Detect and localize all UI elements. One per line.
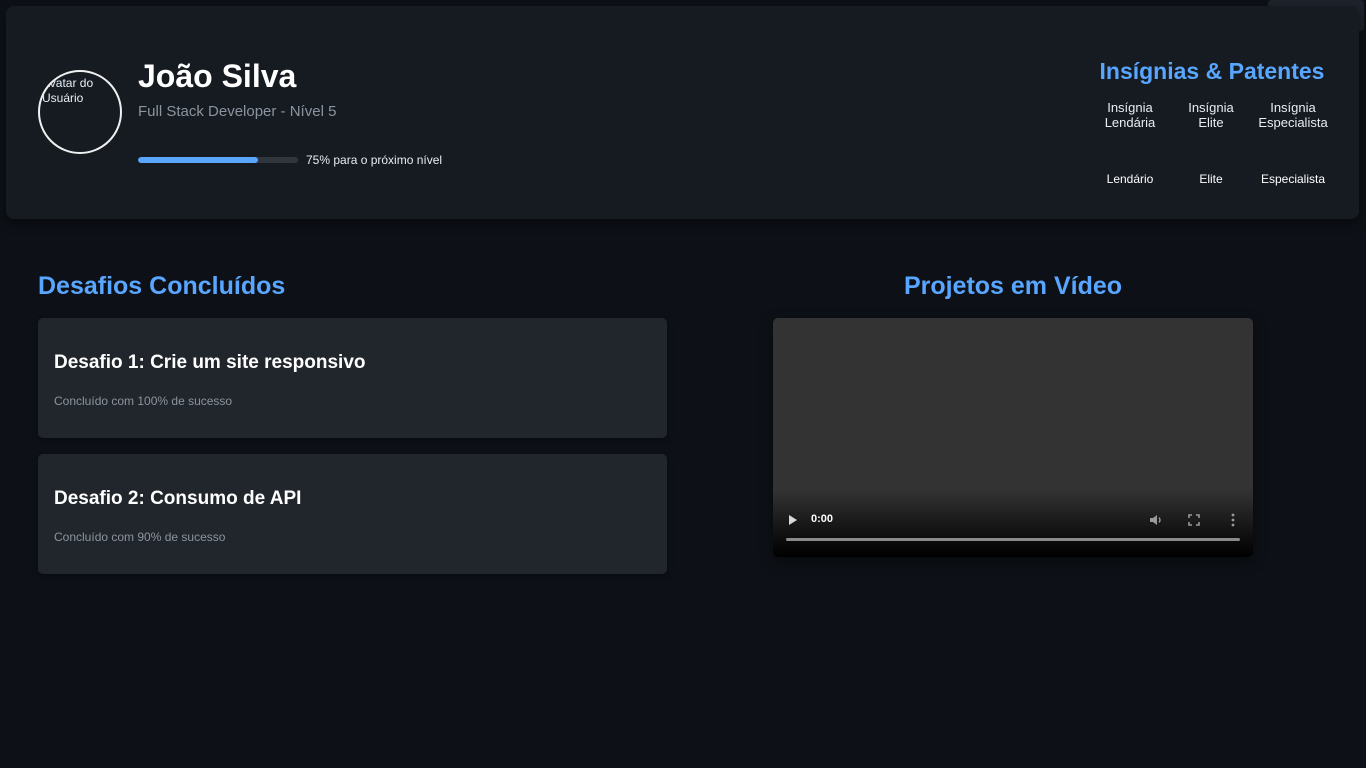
challenge-status: Concluído com 90% de sucesso	[54, 530, 226, 544]
badge-image: Insígnia Lendária	[1104, 100, 1156, 130]
avatar-alt-text: Avatar do Usuário	[42, 76, 94, 105]
badge-lendario: Insígnia Lendária Lendário	[1089, 100, 1171, 186]
profile-card: Avatar do Usuário João Silva Full Stack …	[6, 6, 1359, 219]
badge-image: Insígnia Elite	[1188, 100, 1234, 130]
challenges-title: Desafios Concluídos	[38, 272, 286, 300]
challenge-title: Desafio 2: Consumo de API	[54, 488, 302, 509]
challenge-title: Desafio 1: Crie um site responsivo	[54, 352, 366, 373]
level-progress-text: 75% para o próximo nível	[306, 153, 443, 167]
video-player[interactable]: 0:00	[773, 318, 1253, 557]
badge-label: Lendário	[1106, 172, 1154, 186]
fullscreen-icon[interactable]	[1187, 513, 1201, 527]
badge-image: Insígnia Especialista	[1258, 100, 1328, 130]
videos-title: Projetos em Vídeo	[903, 272, 1123, 300]
volume-icon[interactable]	[1148, 513, 1164, 527]
more-options-icon[interactable]	[1228, 512, 1238, 528]
badge-especialista: Insígnia Especialista Especialista	[1254, 100, 1332, 186]
badges-title: Insígnias & Patentes	[1099, 58, 1325, 84]
level-progress-bar	[138, 157, 298, 163]
user-name: João Silva	[138, 58, 297, 94]
video-time: 0:00	[811, 513, 834, 525]
badge-elite: Insígnia Elite Elite	[1174, 100, 1248, 186]
user-role: Full Stack Developer - Nível 5	[138, 103, 337, 120]
play-icon[interactable]	[786, 512, 800, 528]
challenge-status: Concluído com 100% de sucesso	[54, 394, 233, 408]
badge-label: Especialista	[1260, 172, 1326, 186]
challenge-card: Desafio 2: Consumo de API Concluído com …	[38, 454, 667, 574]
video-seek-bar[interactable]	[786, 538, 1240, 541]
level-progress-fill	[138, 157, 258, 163]
challenge-card: Desafio 1: Crie um site responsivo Concl…	[38, 318, 667, 438]
avatar: Avatar do Usuário	[38, 70, 122, 154]
badge-label: Elite	[1199, 172, 1223, 186]
